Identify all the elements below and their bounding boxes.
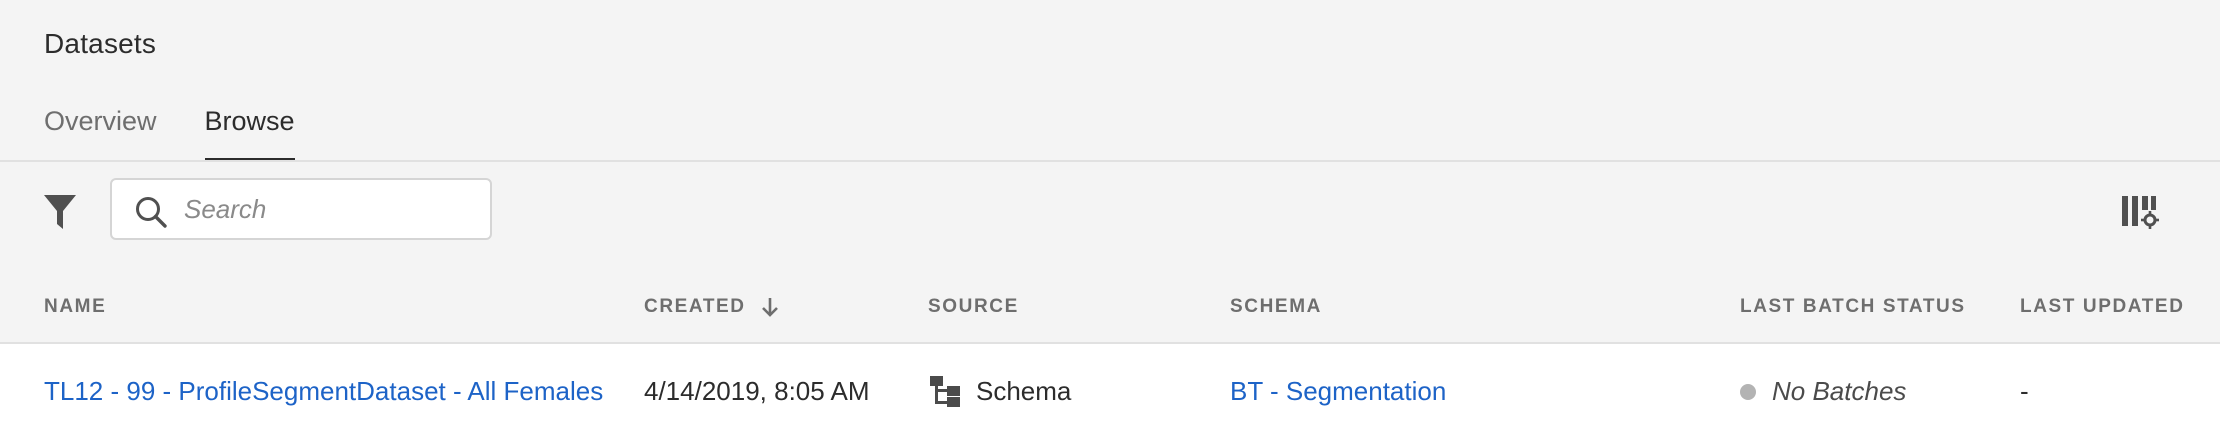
created-date: 4/14/2019, 8:05 AM — [644, 376, 870, 406]
status-dot — [1740, 383, 1756, 400]
page-title: Datasets — [44, 28, 157, 59]
dataset-name-link[interactable]: TL12 - 99 - ProfileSegmentDataset - All … — [44, 376, 603, 407]
column-settings-button[interactable] — [2120, 192, 2160, 232]
filter-funnel-icon — [44, 195, 76, 229]
status-text: No Batches — [1772, 376, 1907, 406]
column-header-label: NAME — [44, 296, 107, 317]
search-box — [110, 178, 492, 240]
column-header-label: LAST UPDATED — [2020, 296, 2185, 317]
tab-divider — [0, 160, 2220, 162]
last-updated: - — [2020, 376, 2029, 406]
search-icon — [136, 197, 167, 228]
column-header-last-updated[interactable]: LAST UPDATED — [2020, 296, 2185, 318]
column-header-label: CREATED — [644, 296, 746, 317]
column-header-schema[interactable]: SCHEMA — [1230, 296, 1322, 318]
column-settings-icon — [2122, 196, 2159, 229]
sort-descending-icon[interactable] — [760, 296, 780, 318]
source-cell: Schema — [928, 374, 1071, 408]
column-header-source[interactable]: SOURCE — [928, 296, 1019, 318]
filter-button[interactable] — [42, 192, 78, 232]
column-header-label: SCHEMA — [1230, 296, 1322, 317]
batch-status-cell: No Batches — [1740, 376, 1906, 407]
schema-link[interactable]: BT - Segmentation — [1230, 376, 1446, 407]
search-input[interactable] — [184, 190, 474, 228]
tab-browse[interactable]: Browse — [204, 106, 295, 162]
column-header-last-batch-status[interactable]: LAST BATCH STATUS — [1740, 296, 1966, 318]
table-row[interactable]: TL12 - 99 - ProfileSegmentDataset - All … — [0, 344, 2220, 440]
column-header-label: SOURCE — [928, 296, 1019, 317]
column-header-label: LAST BATCH STATUS — [1740, 296, 1966, 317]
column-header-created[interactable]: CREATED — [644, 296, 780, 318]
tab-bar: Overview Browse — [44, 106, 295, 162]
source-label: Schema — [976, 375, 1072, 406]
schema-hierarchy-icon — [930, 376, 960, 407]
column-header-name[interactable]: NAME — [44, 296, 106, 318]
tab-overview[interactable]: Overview — [44, 106, 157, 162]
